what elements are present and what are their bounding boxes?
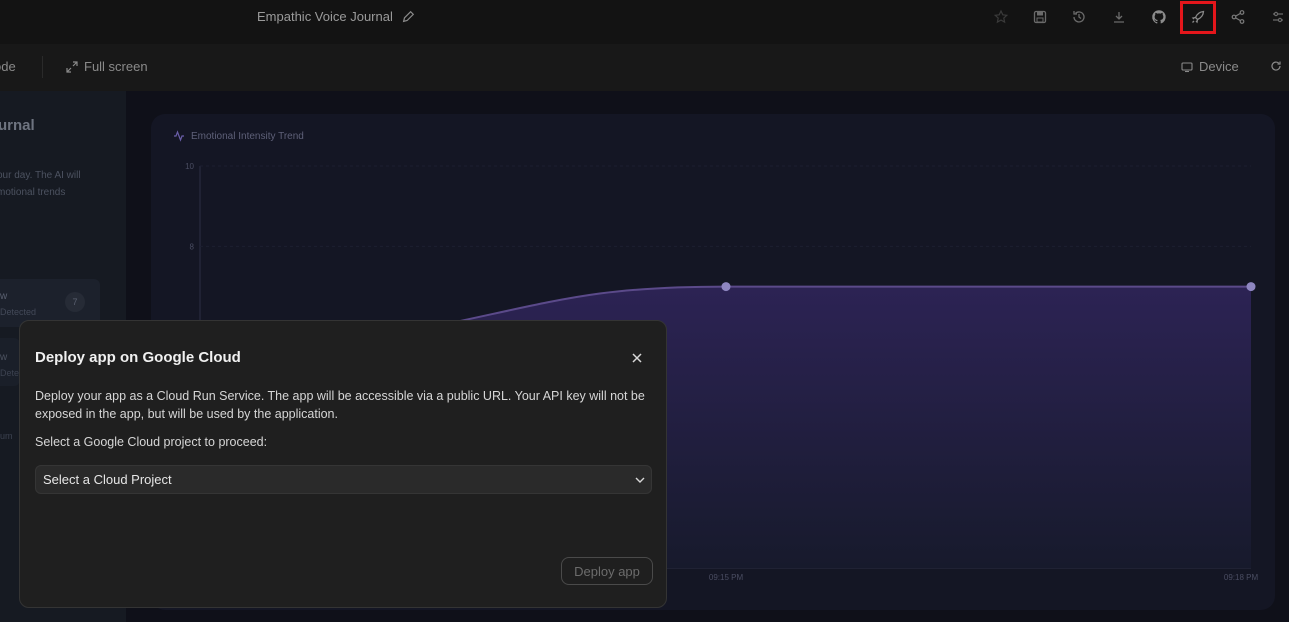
project-prompt: Select a Google Cloud project to proceed… <box>35 435 268 449</box>
chevron-down-icon <box>634 474 646 486</box>
cloud-project-select[interactable]: Select a Cloud Project <box>35 465 652 494</box>
deploy-dialog: Deploy app on Google Cloud Deploy your a… <box>19 320 667 608</box>
app-root: Empathic Voice Journal de Full screen De… <box>0 0 1289 622</box>
dialog-description: Deploy your app as a Cloud Run Service. … <box>35 389 645 421</box>
dialog-title: Deploy app on Google Cloud <box>35 349 241 366</box>
close-icon[interactable] <box>629 350 645 366</box>
deploy-app-button[interactable]: Deploy app <box>561 557 653 585</box>
cloud-project-select-value: Select a Cloud Project <box>43 472 172 487</box>
